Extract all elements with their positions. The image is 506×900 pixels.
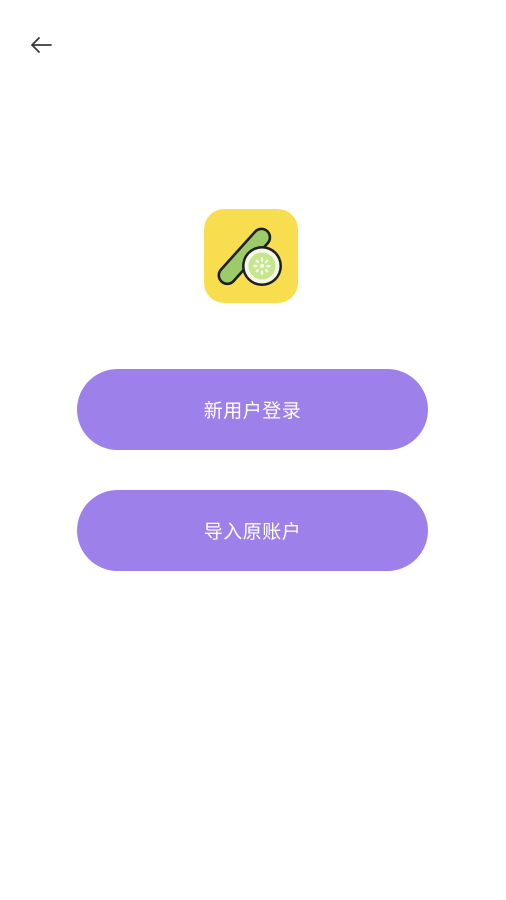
- import-account-label: 导入原账户: [203, 521, 302, 543]
- cucumber-logo-icon: [204, 209, 298, 303]
- app-logo: [204, 209, 298, 303]
- new-user-login-label: 新用户登录: [203, 400, 302, 422]
- arrow-left-icon: [30, 37, 52, 57]
- new-user-login-button[interactable]: 新用户登录: [77, 369, 428, 450]
- back-button[interactable]: [26, 32, 56, 62]
- import-account-button[interactable]: 导入原账户: [77, 490, 428, 571]
